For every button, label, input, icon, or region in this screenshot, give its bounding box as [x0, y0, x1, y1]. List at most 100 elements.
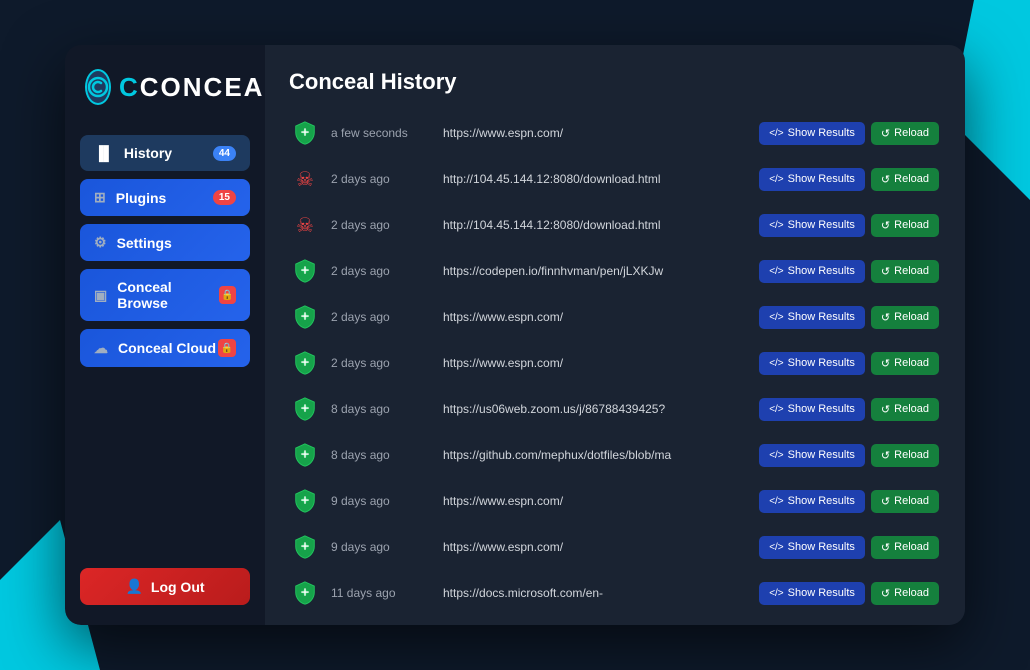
shield-safe-icon	[291, 395, 319, 423]
row-time: 2 days ago	[331, 310, 431, 324]
skull-threat-icon: ☠	[291, 211, 319, 239]
show-results-button[interactable]: </> Show Results	[759, 306, 865, 329]
browse-lock-icon: 🔒	[219, 286, 236, 304]
row-url: https://www.espn.com/	[443, 126, 747, 140]
reload-button[interactable]: ↺ Reload	[871, 260, 939, 283]
sidebar-item-conceal-cloud[interactable]: ☁ Conceal Cloud 🔒	[80, 329, 250, 367]
code-icon: </>	[769, 496, 783, 507]
shield-safe-icon	[291, 303, 319, 331]
logo-icon	[85, 69, 111, 105]
reload-icon: ↺	[881, 587, 890, 600]
show-results-button[interactable]: </> Show Results	[759, 444, 865, 467]
reload-icon: ↺	[881, 219, 890, 232]
skull-threat-icon: ☠	[291, 165, 319, 193]
row-url: https://codepen.io/finnhvman/pen/jLXKJw	[443, 264, 747, 278]
shield-safe-icon	[291, 579, 319, 607]
row-url: https://docs.microsoft.com/en-	[443, 586, 747, 600]
row-time: a few seconds	[331, 126, 431, 140]
nav-section: ▐▌ History 44 ⊞ Plugins 15 ⚙ Settings	[65, 125, 265, 568]
show-results-button[interactable]: </> Show Results	[759, 490, 865, 513]
reload-button[interactable]: ↺ Reload	[871, 352, 939, 375]
shield-safe-icon	[291, 257, 319, 285]
show-results-button[interactable]: </> Show Results	[759, 582, 865, 605]
row-actions: </> Show Results ↺ Reload	[759, 352, 939, 375]
row-actions: </> Show Results ↺ Reload	[759, 214, 939, 237]
cloud-icon: ☁	[94, 340, 108, 357]
row-time: 11 days ago	[331, 586, 431, 600]
row-url: https://www.espn.com/	[443, 494, 747, 508]
code-icon: </>	[769, 312, 783, 323]
logout-button[interactable]: 👤 Log Out	[80, 568, 250, 605]
show-results-button[interactable]: </> Show Results	[759, 536, 865, 559]
app-title: CCONCEAL	[119, 72, 282, 103]
sidebar-item-settings[interactable]: ⚙ Settings	[80, 224, 250, 261]
reload-icon: ↺	[881, 265, 890, 278]
show-results-button[interactable]: </> Show Results	[759, 398, 865, 421]
logo-area: CCONCEAL	[65, 45, 265, 125]
table-row: 2 days ago https://www.espn.com/ </> Sho…	[281, 341, 949, 385]
plugins-icon: ⊞	[94, 189, 106, 206]
row-time: 2 days ago	[331, 218, 431, 232]
reload-button[interactable]: ↺ Reload	[871, 214, 939, 237]
shield-safe-icon	[291, 533, 319, 561]
table-row: 9 days ago https://www.espn.com/ </> Sho…	[281, 479, 949, 523]
reload-icon: ↺	[881, 495, 890, 508]
row-url: http://104.45.144.12:8080/download.html	[443, 218, 747, 232]
plugins-badge: 15	[213, 190, 236, 205]
reload-button[interactable]: ↺ Reload	[871, 168, 939, 191]
show-results-button[interactable]: </> Show Results	[759, 214, 865, 237]
browse-label: Conceal Browse	[117, 279, 219, 311]
reload-button[interactable]: ↺ Reload	[871, 122, 939, 145]
page-title: Conceal History	[289, 69, 941, 95]
show-results-button[interactable]: </> Show Results	[759, 260, 865, 283]
table-row: 8 days ago https://github.com/mephux/dot…	[281, 433, 949, 477]
table-row: 2 days ago https://www.espn.com/ </> Sho…	[281, 295, 949, 339]
code-icon: </>	[769, 542, 783, 553]
table-row: 8 days ago https://us06web.zoom.us/j/867…	[281, 387, 949, 431]
show-results-button[interactable]: </> Show Results	[759, 122, 865, 145]
reload-button[interactable]: ↺ Reload	[871, 306, 939, 329]
history-table[interactable]: a few seconds https://www.espn.com/ </> …	[265, 111, 965, 625]
content-header: Conceal History	[265, 45, 965, 111]
row-actions: </> Show Results ↺ Reload	[759, 168, 939, 191]
sidebar-item-plugins[interactable]: ⊞ Plugins 15	[80, 179, 250, 216]
plugins-label: Plugins	[116, 190, 167, 206]
reload-icon: ↺	[881, 403, 890, 416]
code-icon: </>	[769, 588, 783, 599]
row-actions: </> Show Results ↺ Reload	[759, 122, 939, 145]
code-icon: </>	[769, 404, 783, 415]
row-url: https://www.espn.com/	[443, 540, 747, 554]
sidebar-item-conceal-browse[interactable]: ▣ Conceal Browse 🔒	[80, 269, 250, 321]
reload-button[interactable]: ↺ Reload	[871, 582, 939, 605]
row-url: https://www.espn.com/	[443, 356, 747, 370]
row-url: https://www.espn.com/	[443, 310, 747, 324]
browse-icon: ▣	[94, 287, 107, 304]
history-icon: ▐▌	[94, 145, 114, 161]
row-time: 9 days ago	[331, 494, 431, 508]
reload-icon: ↺	[881, 541, 890, 554]
code-icon: </>	[769, 220, 783, 231]
code-icon: </>	[769, 174, 783, 185]
reload-button[interactable]: ↺ Reload	[871, 444, 939, 467]
history-label: History	[124, 145, 172, 161]
row-url: https://us06web.zoom.us/j/86788439425?	[443, 402, 747, 416]
reload-icon: ↺	[881, 127, 890, 140]
shield-safe-icon	[291, 487, 319, 515]
settings-label: Settings	[117, 235, 172, 251]
reload-button[interactable]: ↺ Reload	[871, 398, 939, 421]
sidebar-item-history[interactable]: ▐▌ History 44	[80, 135, 250, 171]
cloud-label: Conceal Cloud	[118, 340, 216, 356]
shield-safe-icon	[291, 349, 319, 377]
reload-icon: ↺	[881, 357, 890, 370]
show-results-button[interactable]: </> Show Results	[759, 352, 865, 375]
row-actions: </> Show Results ↺ Reload	[759, 582, 939, 605]
show-results-button[interactable]: </> Show Results	[759, 168, 865, 191]
row-time: 9 days ago	[331, 540, 431, 554]
cloud-lock-icon: 🔒	[218, 339, 236, 357]
reload-button[interactable]: ↺ Reload	[871, 536, 939, 559]
row-time: 2 days ago	[331, 356, 431, 370]
table-row: 11 days ago https://docs.microsoft.com/e…	[281, 571, 949, 615]
reload-button[interactable]: ↺ Reload	[871, 490, 939, 513]
row-actions: </> Show Results ↺ Reload	[759, 490, 939, 513]
table-row: ☠ 12 days ago http://104.45.144.12:8080/…	[281, 617, 949, 625]
